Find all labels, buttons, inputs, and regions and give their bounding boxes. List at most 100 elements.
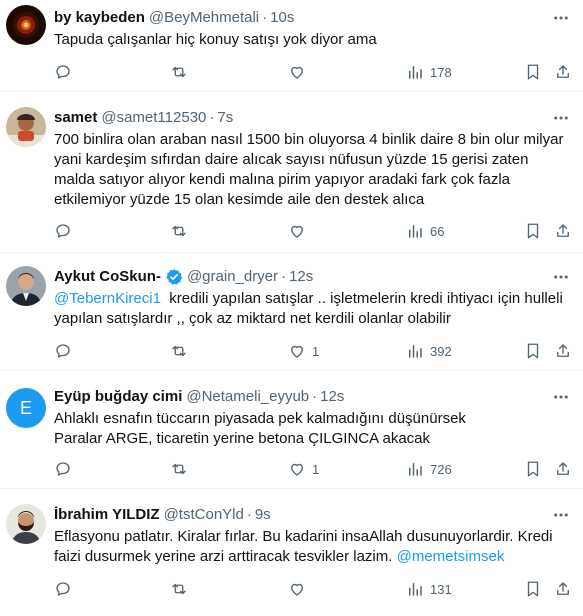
retweet-button[interactable] <box>170 61 194 83</box>
retweet-button[interactable] <box>170 578 194 600</box>
bearded-man-avatar-icon <box>6 504 46 544</box>
tweet[interactable]: E Eyüp buğday cimi @Netameli_eyyub · 12s… <box>0 371 583 489</box>
reply-button[interactable] <box>54 458 78 480</box>
reply-button[interactable] <box>54 61 78 83</box>
mention-link[interactable]: @memetsimsek <box>397 548 505 565</box>
separator-dot: · <box>209 109 215 126</box>
timestamp[interactable]: 9s <box>255 505 271 525</box>
verified-badge-icon <box>165 268 183 286</box>
share-button[interactable] <box>554 578 572 600</box>
display-name[interactable]: Aykut CoSkun- <box>54 267 161 287</box>
retweet-icon <box>172 583 186 595</box>
bookmark-button[interactable] <box>524 578 542 600</box>
share-icon <box>557 582 569 595</box>
tweet-text: @TebernKireci1 kredili yapılan satışlar … <box>54 289 569 329</box>
tweet[interactable]: samet @samet112530 · 7s 700 binlira olan… <box>0 92 583 253</box>
mention-link[interactable]: @TebernKireci1 <box>54 290 161 307</box>
views-button[interactable]: 178 <box>406 61 452 83</box>
like-button[interactable]: 1 <box>288 458 319 480</box>
heart-icon <box>291 583 303 596</box>
reply-icon <box>56 224 70 238</box>
like-button[interactable]: 1 <box>288 340 319 362</box>
views-chart-icon <box>409 225 422 238</box>
retweet-icon <box>172 66 186 78</box>
reply-icon <box>56 582 70 596</box>
like-button[interactable] <box>288 61 312 83</box>
retweet-icon <box>172 225 186 237</box>
action-bar: 1 392 <box>54 340 569 362</box>
share-button[interactable] <box>554 61 572 83</box>
more-options-button[interactable] <box>549 505 573 525</box>
action-bar: 66 <box>54 220 569 242</box>
timestamp[interactable]: 12s <box>320 387 344 407</box>
like-button[interactable] <box>288 220 312 242</box>
views-button[interactable]: 392 <box>406 340 452 362</box>
heart-icon <box>291 66 303 79</box>
avatar[interactable] <box>6 5 46 45</box>
reply-icon <box>56 344 70 358</box>
share-button[interactable] <box>554 340 572 362</box>
timestamp[interactable]: 7s <box>217 108 233 128</box>
views-chart-icon <box>409 345 422 358</box>
like-count: 1 <box>312 343 320 359</box>
view-count: 178 <box>430 64 452 80</box>
display-name[interactable]: samet <box>54 108 97 128</box>
tweet-text: Ahlaklı esnafın tüccarın piyasada pek ka… <box>54 410 466 447</box>
like-button[interactable] <box>288 578 312 600</box>
bookmark-icon <box>527 223 539 239</box>
views-button[interactable]: 131 <box>406 578 452 600</box>
action-bar: 131 <box>54 578 569 600</box>
reply-button[interactable] <box>54 220 78 242</box>
more-options-button[interactable] <box>549 387 573 407</box>
more-dots-icon <box>554 513 568 517</box>
more-dots-icon <box>554 116 568 120</box>
views-button[interactable]: 726 <box>406 458 452 480</box>
avatar[interactable] <box>6 504 46 544</box>
display-name[interactable]: by kaybeden <box>54 8 145 28</box>
user-handle[interactable]: @samet112530 <box>101 108 206 128</box>
person-photo-avatar-icon <box>6 107 46 147</box>
share-icon <box>557 224 569 237</box>
bookmark-button[interactable] <box>524 458 542 480</box>
reply-button[interactable] <box>54 578 78 600</box>
user-handle[interactable]: @BeyMehmetali <box>149 8 259 28</box>
retweet-button[interactable] <box>170 340 194 362</box>
user-handle[interactable]: @tstConYld <box>164 505 244 525</box>
share-button[interactable] <box>554 458 572 480</box>
bookmark-button[interactable] <box>524 340 542 362</box>
avatar-letter: E <box>19 397 32 418</box>
more-options-button[interactable] <box>549 108 573 128</box>
retweet-button[interactable] <box>170 220 194 242</box>
user-handle[interactable]: @Netameli_eyyub <box>186 387 309 407</box>
tweet[interactable]: by kaybeden @BeyMehmetali · 10s Tapuda ç… <box>0 0 583 92</box>
separator-dot: · <box>281 268 287 285</box>
avatar[interactable] <box>6 266 46 306</box>
more-options-button[interactable] <box>549 8 573 28</box>
tweet[interactable]: İbrahim YILDIZ @tstConYld · 9s Eflasyonu… <box>0 489 583 616</box>
user-handle[interactable]: @grain_dryer <box>187 267 278 287</box>
timestamp[interactable]: 12s <box>289 267 313 287</box>
bookmark-button[interactable] <box>524 61 542 83</box>
more-options-button[interactable] <box>549 267 573 287</box>
view-count: 66 <box>430 223 445 239</box>
share-button[interactable] <box>554 220 572 242</box>
avatar[interactable]: E <box>6 388 46 428</box>
avatar[interactable] <box>6 107 46 147</box>
views-button[interactable]: 66 <box>406 220 444 242</box>
display-name[interactable]: Eyüp buğday cimi <box>54 387 182 407</box>
reply-button[interactable] <box>54 340 78 362</box>
heart-icon <box>291 225 303 238</box>
retweet-button[interactable] <box>170 458 194 480</box>
bookmark-button[interactable] <box>524 220 542 242</box>
view-count: 726 <box>430 461 452 477</box>
tweet[interactable]: Aykut CoSkun- @grain_dryer · 12s @Tebern… <box>0 253 583 371</box>
bookmark-icon <box>527 343 539 359</box>
tweet-text: 700 binlira olan araban nasıl 1500 bin o… <box>54 131 568 208</box>
view-count: 392 <box>430 343 452 359</box>
separator-dot: · <box>246 506 252 523</box>
view-count: 131 <box>430 581 452 597</box>
timestamp[interactable]: 10s <box>270 8 294 28</box>
views-chart-icon <box>409 583 422 596</box>
more-dots-icon <box>554 395 568 399</box>
display-name[interactable]: İbrahim YILDIZ <box>54 505 160 525</box>
